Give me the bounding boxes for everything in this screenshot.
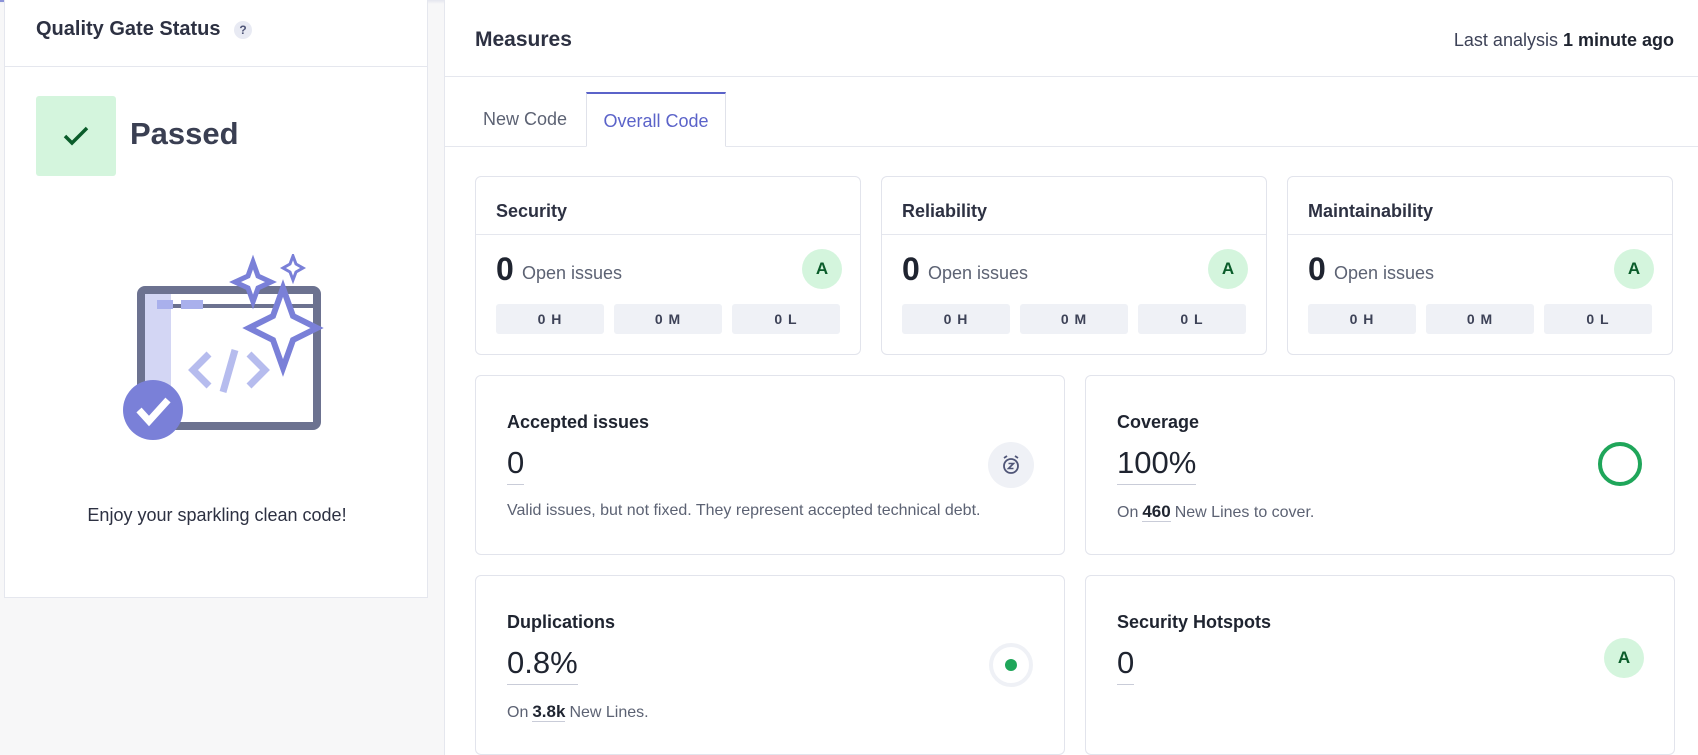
duplications-indicator [989,643,1033,687]
passed-status-badge [36,96,116,176]
reliability-high-pill[interactable]: 0 H [902,304,1010,334]
maintainability-card[interactable]: Maintainability 0 Open issues A 0 H 0 M … [1287,176,1673,355]
measures-header: Measures Last analysis 1 minute ago [445,0,1698,77]
quality-gate-message: Enjoy your sparkling clean code! [87,505,347,525]
security-hotspots-title: Security Hotspots [1117,612,1272,632]
reliability-issue-count[interactable]: 0 [902,251,920,288]
accepted-issues-value[interactable]: 0 [507,444,525,485]
snooze-icon [988,442,1034,488]
maintainability-grade-badge[interactable]: A [1614,249,1654,289]
maintainability-high-pill[interactable]: 0 H [1308,304,1416,334]
last-analysis: Last analysis 1 minute ago [1454,30,1674,51]
duplications-value[interactable]: 0.8% [507,644,578,685]
security-title: Security [496,201,568,221]
security-issue-label: Open issues [522,263,623,283]
quality-gate-title: Quality Gate Status [36,18,221,40]
coverage-value[interactable]: 100% [1117,444,1197,485]
duplications-lines-link[interactable]: 3.8k [532,702,566,722]
duplications-title: Duplications [507,612,616,632]
coverage-title: Coverage [1117,412,1200,432]
duplications-card: Duplications 0.8% On 3.8k New Lines. [475,575,1065,755]
security-high-pill[interactable]: 0 H [496,304,604,334]
measures-panel: Measures Last analysis 1 minute ago New … [444,0,1698,755]
card-divider [1288,234,1672,235]
accepted-issues-card: Accepted issues 0 Valid issues, but not … [475,375,1065,555]
reliability-issue-label: Open issues [928,263,1029,283]
security-grade-badge[interactable]: A [802,249,842,289]
maintainability-low-pill[interactable]: 0 L [1544,304,1652,334]
card-divider [476,234,860,235]
quality-gate-header: Quality Gate Status ? [5,0,427,67]
measures-title: Measures [475,28,572,51]
last-analysis-label: Last analysis [1453,30,1558,50]
last-analysis-value: 1 minute ago [1562,30,1674,50]
maintainability-title: Maintainability [1308,201,1434,221]
coverage-desc-suffix: New Lines to cover. [1174,504,1315,521]
coverage-description: On 460 New Lines to cover. [1117,502,1314,522]
help-icon[interactable]: ? [234,21,252,39]
security-issue-count[interactable]: 0 [496,251,514,288]
maintainability-issue-count[interactable]: 0 [1308,251,1326,288]
security-hotspots-grade-badge[interactable]: A [1604,638,1644,678]
tab-overall-code[interactable]: Overall Code [586,92,726,147]
quality-gate-status: Passed [130,116,239,151]
quality-gate-panel: Quality Gate Status ? Passed Enjoy your … [4,0,428,598]
reliability-medium-pill[interactable]: 0 M [1020,304,1128,334]
security-card[interactable]: Security 0 Open issues A 0 H 0 M 0 L [475,176,861,355]
security-hotspots-value[interactable]: 0 [1117,644,1135,685]
reliability-title: Reliability [902,201,988,221]
reliability-low-pill[interactable]: 0 L [1138,304,1246,334]
security-low-pill[interactable]: 0 L [732,304,840,334]
check-icon [63,126,89,146]
security-hotspots-card: Security Hotspots 0 A [1085,575,1675,755]
reliability-card[interactable]: Reliability 0 Open issues A 0 H 0 M 0 L [881,176,1267,355]
coverage-donut-chart [1598,442,1642,486]
tab-new-code[interactable]: New Code [475,92,575,146]
security-medium-pill[interactable]: 0 M [614,304,722,334]
duplications-desc-suffix: New Lines. [569,704,649,721]
duplications-description: On 3.8k New Lines. [507,702,649,722]
card-divider [882,234,1266,235]
clean-code-illustration [123,254,324,440]
maintainability-medium-pill[interactable]: 0 M [1426,304,1534,334]
coverage-lines-link[interactable]: 460 [1142,502,1171,522]
reliability-grade-badge[interactable]: A [1208,249,1248,289]
coverage-desc-prefix: On [1117,504,1139,521]
maintainability-issue-label: Open issues [1334,263,1435,283]
measures-tabs: New Code Overall Code [445,76,1698,147]
coverage-card: Coverage 100% On 460 New Lines to cover. [1085,375,1675,555]
accepted-issues-description: Valid issues, but not fixed. They repres… [507,502,981,519]
duplications-desc-prefix: On [507,704,529,721]
accepted-issues-title: Accepted issues [507,412,650,432]
